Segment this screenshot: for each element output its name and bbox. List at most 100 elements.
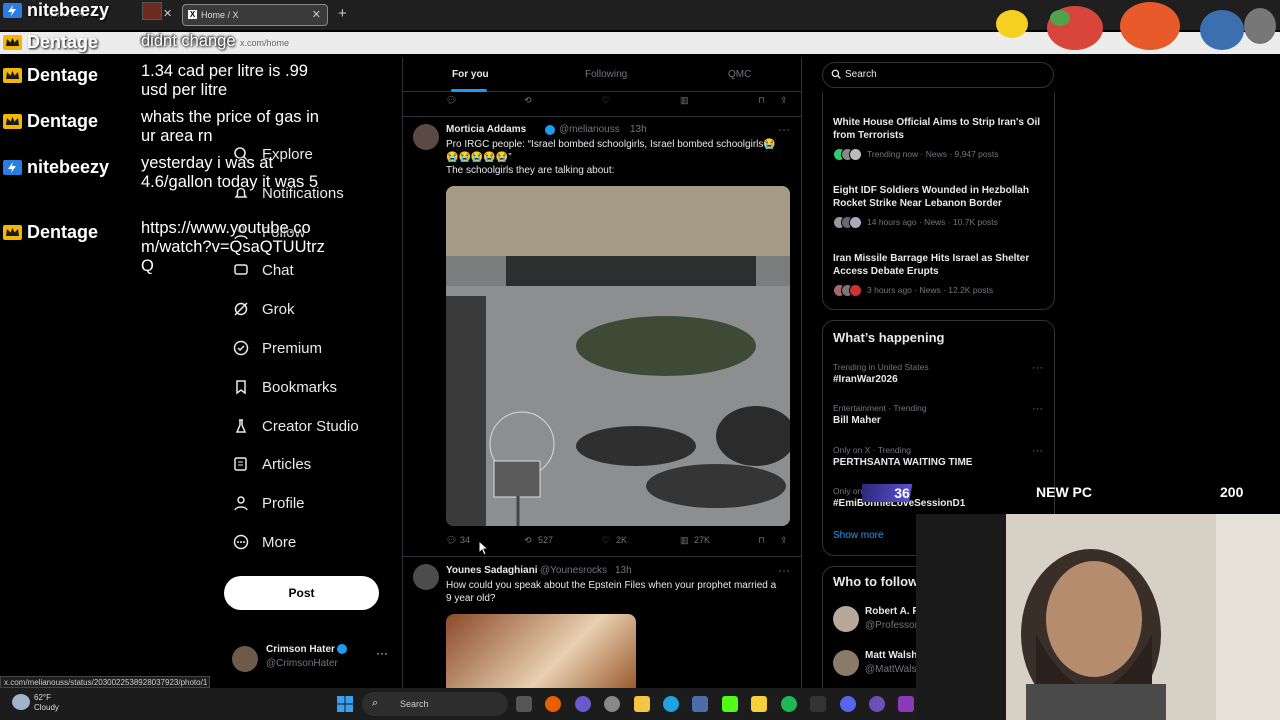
search-input[interactable]: Search — [822, 62, 1054, 88]
settings-gear-icon[interactable] — [604, 696, 620, 712]
more-dots-icon[interactable]: ··· — [778, 563, 790, 577]
obs-icon[interactable] — [869, 696, 885, 712]
like-icon[interactable]: ♡ — [602, 535, 610, 546]
more-dots-icon[interactable]: ··· — [376, 646, 388, 660]
tweet-author[interactable]: Younes Sadaghiani — [446, 565, 538, 576]
show-more-link[interactable]: Show more — [833, 530, 884, 541]
post-button[interactable]: Post — [224, 576, 379, 610]
bolt-icon — [3, 160, 22, 175]
discord-icon[interactable] — [840, 696, 856, 712]
tweet-image[interactable] — [446, 614, 636, 688]
browser-tab-active[interactable]: X Home / X ✕ — [182, 4, 328, 26]
copilot-icon[interactable] — [575, 696, 591, 712]
nav-label: Profile — [262, 494, 305, 512]
bookmark-icon[interactable]: ⊓ — [758, 95, 765, 106]
chat-user: nitebeezy — [0, 0, 140, 21]
close-icon[interactable]: ✕ — [312, 8, 321, 21]
account-handle: @CrimsonHater — [266, 658, 338, 669]
repost-icon[interactable]: ⟲ — [524, 95, 532, 106]
chat-message: nitebeezy — [0, 0, 140, 34]
nav-grok[interactable]: Grok — [232, 296, 295, 322]
stat-goal: 200 — [1220, 484, 1244, 500]
more-dots-icon[interactable]: ··· — [1032, 362, 1043, 374]
trend-name[interactable]: Bill Maher — [833, 415, 881, 426]
nav-premium[interactable]: Premium — [232, 335, 322, 361]
news-meta: Trending now · News · 9,947 posts — [833, 148, 999, 161]
close-icon[interactable]: ✕ — [163, 7, 172, 20]
tab-following[interactable]: Following — [585, 69, 627, 80]
share-icon[interactable]: ⇪ — [780, 95, 788, 106]
app-icon[interactable] — [810, 696, 826, 712]
verified-icon — [545, 125, 555, 135]
more-dots-icon[interactable]: ··· — [1032, 445, 1043, 457]
trend-meta: Only on X · Trending — [833, 445, 911, 455]
nav-articles[interactable]: Articles — [232, 451, 311, 477]
news-title[interactable]: Eight IDF Soldiers Wounded in Hezbollah … — [833, 184, 1048, 210]
like-icon[interactable]: ♡ — [602, 95, 610, 106]
task-view-icon[interactable] — [516, 696, 532, 712]
crown-icon — [3, 114, 22, 129]
views-icon[interactable]: ▥ — [680, 95, 689, 106]
news-title[interactable]: White House Official Aims to Strip Iran'… — [833, 116, 1048, 142]
nav-bookmarks[interactable]: Bookmarks — [232, 374, 337, 400]
tweet-text-line: The schoolgirls they are talking about: — [446, 165, 615, 176]
nav-label: Bookmarks — [262, 378, 338, 396]
reply-count: 34 — [460, 535, 471, 545]
chat-message: Dentage https://www.youtube.com/watch?v=… — [0, 219, 325, 275]
weather-widget[interactable]: 62°F Cloudy — [34, 693, 59, 713]
taskbar-search[interactable]: ⌕ Search — [362, 692, 508, 716]
share-icon[interactable]: ⇪ — [780, 535, 788, 546]
sticky-notes-icon[interactable] — [751, 696, 767, 712]
bolt-icon — [3, 3, 22, 18]
tweet-text-line: Pro IRGC people: “Israel bombed schoolgi… — [446, 139, 776, 150]
search-placeholder: Search — [845, 69, 877, 80]
trend-name[interactable]: PERTHSANTA WAITING TIME — [833, 457, 972, 468]
chat-username: Dentage — [27, 222, 99, 242]
tweet-handle[interactable]: @Younesrocks — [540, 565, 607, 576]
chat-user: nitebeezy — [0, 157, 140, 178]
spotify-icon[interactable] — [781, 696, 797, 712]
reply-icon[interactable]: 💬︎ — [446, 535, 457, 546]
tab-qmc[interactable]: QMC — [728, 69, 751, 80]
windows-start-icon[interactable] — [337, 696, 353, 712]
nav-label: Creator Studio — [262, 417, 359, 435]
avatar — [413, 564, 439, 590]
chat-message: nitebeezy yesterday i was at 4.6/gallon … — [0, 154, 318, 191]
nav-profile[interactable]: Profile — [232, 490, 305, 516]
app-icon[interactable] — [898, 696, 914, 712]
chat-text: didnt change — [141, 32, 236, 50]
kick-icon[interactable] — [722, 696, 738, 712]
store-icon[interactable] — [692, 696, 708, 712]
views-icon[interactable]: ▥ — [680, 535, 689, 546]
tweet-image[interactable] — [446, 186, 790, 526]
edge-icon[interactable] — [663, 696, 679, 712]
chat-username: nitebeezy — [27, 0, 110, 20]
repost-icon[interactable]: ⟲ — [524, 535, 532, 546]
more-dots-icon[interactable]: ··· — [778, 122, 790, 136]
suggestion-name[interactable]: Matt Walsh — [865, 650, 917, 661]
file-explorer-icon[interactable] — [634, 696, 650, 712]
new-tab-button[interactable]: + — [338, 5, 347, 22]
chat-message: Dentage didnt change — [0, 32, 236, 66]
chat-text: whats the price of gas in ur area rn — [141, 108, 319, 145]
more-dots-icon[interactable]: ··· — [1032, 403, 1043, 415]
avatar — [232, 646, 258, 672]
firefox-icon[interactable] — [545, 696, 561, 712]
nav-creator-studio[interactable]: Creator Studio — [232, 413, 359, 439]
weather-condition: Cloudy — [34, 703, 59, 712]
tab-thumbnail[interactable] — [142, 2, 162, 20]
news-title[interactable]: Iran Missile Barrage Hits Israel as Shel… — [833, 252, 1048, 278]
tweet-time[interactable]: 13h — [630, 124, 647, 135]
news-meta: 3 hours ago · News · 12.2K posts — [833, 284, 993, 297]
news-meta-text: Trending now · News · 9,947 posts — [867, 148, 999, 159]
view-count: 27K — [694, 535, 711, 545]
tweet-author[interactable]: Morticia Addams — [446, 124, 526, 135]
suggestion-name[interactable]: Robert A. F — [865, 606, 919, 617]
tab-for-you[interactable]: For you — [452, 69, 489, 80]
bookmark-icon[interactable]: ⊓ — [758, 535, 765, 546]
reply-icon[interactable]: 💬︎ — [446, 95, 457, 106]
trend-name[interactable]: #IranWar2026 — [833, 374, 898, 385]
nav-more[interactable]: More — [232, 529, 296, 555]
tweet-handle[interactable]: @melianouss — [559, 124, 620, 135]
tweet-time[interactable]: 13h — [615, 565, 632, 576]
